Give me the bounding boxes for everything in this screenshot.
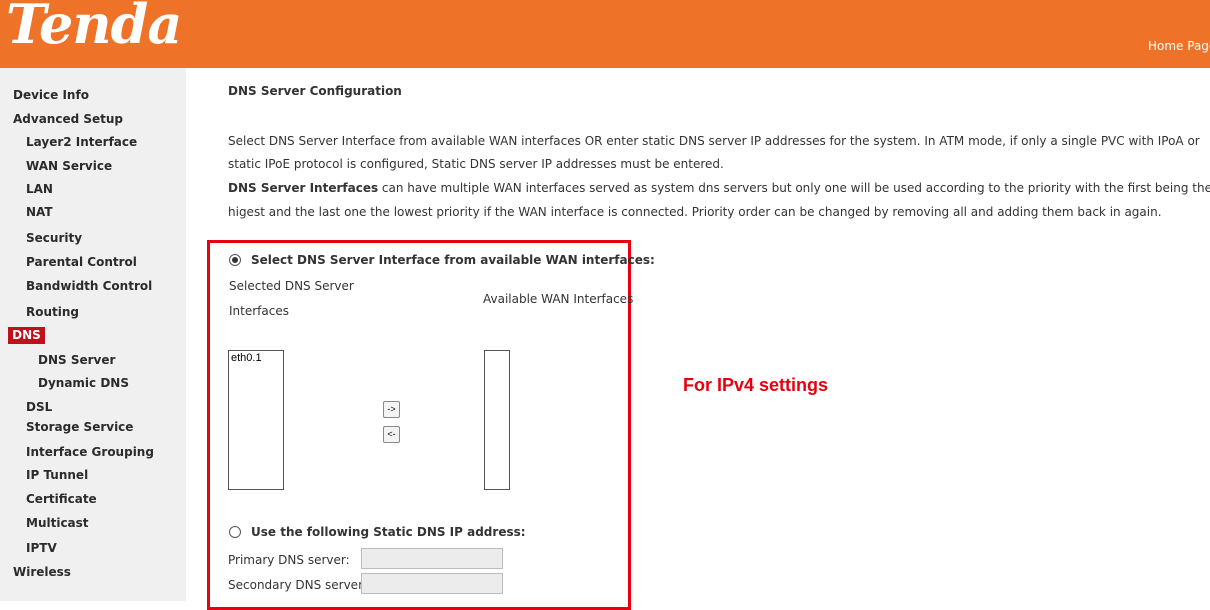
header-bar: Tenda Home Page — [0, 0, 1210, 68]
sidebar-item-multicast[interactable]: Multicast — [26, 515, 89, 531]
add-interface-button[interactable]: -> — [383, 401, 400, 418]
sidebar-item-certificate[interactable]: Certificate — [26, 491, 97, 507]
description-line-3-rest: can have multiple WAN interfaces served … — [378, 181, 1210, 195]
secondary-dns-label: Secondary DNS server: — [228, 578, 367, 592]
sidebar-item-dns-server[interactable]: DNS Server — [38, 352, 115, 368]
description-line-2: static IPoE protocol is configured, Stat… — [228, 157, 724, 171]
sidebar-item-parental-control[interactable]: Parental Control — [26, 254, 137, 270]
sidebar-item-dsl[interactable]: DSL — [26, 399, 52, 415]
interface-option-label: Select DNS Server Interface from availab… — [251, 253, 655, 267]
page-title: DNS Server Configuration — [228, 84, 402, 98]
tenda-logo: Tenda — [6, 0, 182, 56]
home-page-link[interactable]: Home Page — [1148, 39, 1210, 53]
radio-static-option[interactable] — [229, 526, 241, 538]
primary-dns-input[interactable] — [361, 548, 503, 569]
secondary-dns-input[interactable] — [361, 573, 503, 594]
sidebar-item-wan-service[interactable]: WAN Service — [26, 158, 112, 174]
selected-interfaces-label-line2: Interfaces — [229, 304, 289, 318]
available-interfaces-label: Available WAN Interfaces — [483, 292, 634, 306]
static-option-label: Use the following Static DNS IP address: — [251, 525, 526, 539]
sidebar-item-layer2-interface[interactable]: Layer2 Interface — [26, 134, 137, 150]
sidebar-item-wireless[interactable]: Wireless — [13, 564, 71, 580]
sidebar-item-dynamic-dns[interactable]: Dynamic DNS — [38, 375, 129, 391]
selected-interface-option[interactable]: eth0.1 — [231, 352, 262, 364]
ipv4-annotation: For IPv4 settings — [683, 375, 829, 395]
description-line-3: DNS Server Interfaces can have multiple … — [228, 181, 1210, 195]
remove-interface-button[interactable]: <- — [383, 426, 400, 443]
sidebar-item-iptv[interactable]: IPTV — [26, 540, 57, 556]
sidebar-item-security[interactable]: Security — [26, 230, 82, 246]
description-line-4: higest and the last one the lowest prior… — [228, 205, 1162, 219]
sidebar-item-interface-grouping[interactable]: Interface Grouping — [26, 444, 154, 460]
sidebar-item-routing[interactable]: Routing — [26, 304, 79, 320]
description-bold-term: DNS Server Interfaces — [228, 181, 379, 195]
sidebar-item-bandwidth-control[interactable]: Bandwidth Control — [26, 278, 152, 294]
radio-interface-option[interactable] — [229, 254, 241, 266]
available-interfaces-listbox[interactable] — [484, 350, 510, 490]
sidebar-item-storage-service[interactable]: Storage Service — [26, 419, 133, 435]
sidebar-item-dns[interactable]: DNS — [8, 327, 45, 344]
selected-interfaces-listbox[interactable]: eth0.1 — [228, 350, 284, 490]
primary-dns-label: Primary DNS server: — [228, 553, 350, 567]
sidebar-item-lan[interactable]: LAN — [26, 181, 53, 197]
sidebar-item-ip-tunnel[interactable]: IP Tunnel — [26, 467, 88, 483]
selected-interfaces-label-line1: Selected DNS Server — [229, 279, 354, 293]
description-line-1: Select DNS Server Interface from availab… — [228, 134, 1200, 148]
sidebar-item-advanced-setup[interactable]: Advanced Setup — [13, 111, 123, 127]
sidebar-item-device-info[interactable]: Device Info — [13, 87, 89, 103]
sidebar-item-nat[interactable]: NAT — [26, 204, 53, 220]
